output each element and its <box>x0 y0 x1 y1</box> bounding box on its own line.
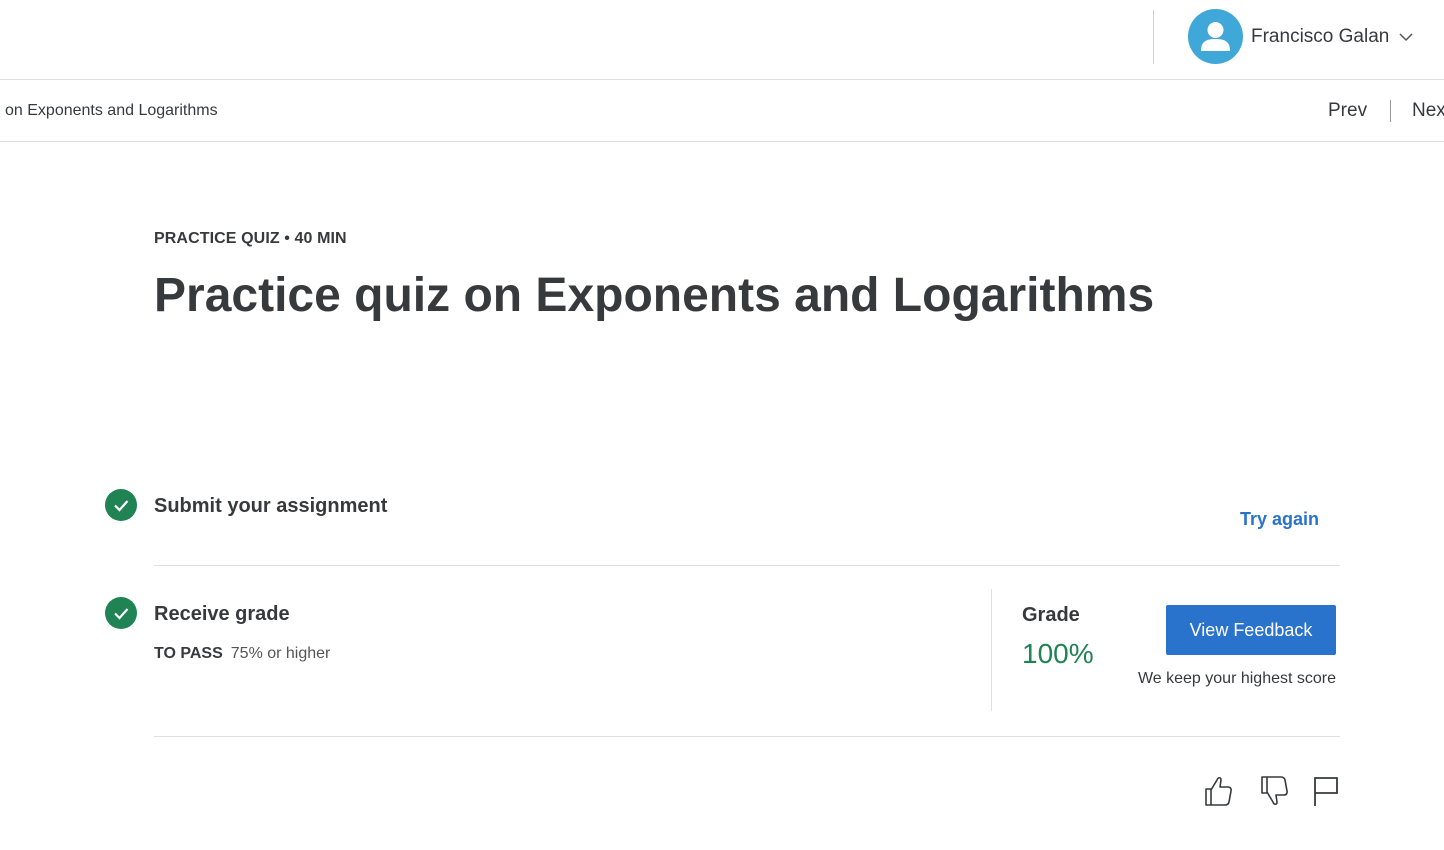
grade-step-title: Receive grade <box>154 603 290 625</box>
grade-check-icon <box>105 597 137 629</box>
prev-next-divider <box>1390 100 1391 122</box>
item-navigation-bar: on Exponents and Logarithms Prev Nex <box>0 80 1444 142</box>
submit-step-title: Submit your assignment <box>154 495 388 517</box>
view-feedback-button[interactable]: View Feedback <box>1166 605 1336 655</box>
to-pass-value: 75% or higher <box>230 645 331 662</box>
grade-section-divider <box>991 589 992 711</box>
grade-value: 100% <box>1022 638 1094 669</box>
thumbs-down-icon[interactable] <box>1258 774 1290 808</box>
pass-requirement: TO PASS 75% or higher <box>154 645 330 663</box>
try-again-link[interactable]: Try again <box>1240 509 1319 530</box>
chevron-down-icon <box>1399 32 1413 41</box>
breadcrumb[interactable]: on Exponents and Logarithms <box>5 102 218 120</box>
flag-icon[interactable] <box>1310 774 1342 808</box>
highest-score-note: We keep your highest score <box>1137 670 1336 687</box>
grade-label: Grade <box>1022 604 1080 626</box>
next-button[interactable]: Nex <box>1412 100 1444 122</box>
user-name: Francisco Galan <box>1251 25 1390 47</box>
to-pass-label: TO PASS <box>154 645 223 662</box>
user-avatar-icon <box>1188 9 1243 64</box>
step-divider <box>154 565 1340 566</box>
quiz-type-label: PRACTICE QUIZ • 40 MIN <box>154 230 347 247</box>
page-title: Practice quiz on Exponents and Logarithm… <box>154 269 1155 322</box>
header-divider <box>1153 10 1154 64</box>
prev-button[interactable]: Prev <box>1328 100 1367 122</box>
top-header: Francisco Galan <box>0 0 1444 80</box>
submit-check-icon <box>105 489 137 521</box>
user-menu[interactable]: Francisco Galan <box>1188 9 1413 64</box>
thumbs-up-icon[interactable] <box>1202 774 1234 808</box>
section-divider <box>154 736 1340 737</box>
